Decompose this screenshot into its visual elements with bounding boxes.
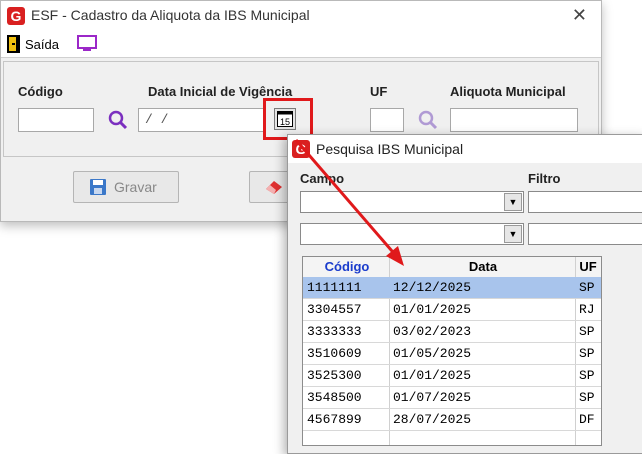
save-button-label: Gravar [114,179,157,195]
cell-codigo: 1111111 [307,280,362,295]
floppy-disk-icon [90,179,106,195]
cell-codigo: 3510609 [307,346,362,361]
cell-uf: SP [579,346,595,361]
codigo-label: Código [18,84,63,99]
filtro-input-1[interactable] [528,191,642,213]
aliquota-label: Aliquota Municipal [450,84,566,99]
column-header-data[interactable]: Data [391,259,575,274]
table-row[interactable]: 3510609 01/05/2025 SP [303,343,601,365]
cell-codigo: 3548500 [307,390,362,405]
table-row[interactable]: 3333333 03/02/2023 SP [303,321,601,343]
campo-select-1[interactable]: ▼ [300,191,524,213]
exit-door-icon[interactable] [7,35,20,53]
table-row[interactable]: 3548500 01/07/2025 SP [303,387,601,409]
main-window-title: ESF - Cadastro da Aliquota da IBS Munici… [31,7,310,23]
campo-select-2[interactable]: ▼ [300,223,524,245]
cell-codigo: 3525300 [307,368,362,383]
aliquota-input[interactable] [450,108,578,132]
close-icon[interactable]: ✕ [572,5,587,26]
table-row[interactable]: 4567899 28/07/2025 DF [303,409,601,431]
cell-data: 28/07/2025 [393,412,472,427]
cell-codigo: 4567899 [307,412,362,427]
main-toolbar: Saída [1,31,601,58]
uf-label: UF [370,84,388,99]
app-logo-icon: G [292,140,310,158]
exit-button[interactable]: Saída [25,37,59,52]
codigo-search-icon[interactable] [108,110,128,130]
campo-label: Campo [300,171,345,186]
cell-data: 01/01/2025 [393,368,472,383]
cell-data: 01/05/2025 [393,346,472,361]
table-row[interactable]: 1111111 12/12/2025 SP [303,277,601,299]
filtro-label: Filtro [528,171,561,186]
cell-uf: SP [579,390,595,405]
cell-codigo: 3304557 [307,302,362,317]
uf-input[interactable] [370,108,404,132]
save-button[interactable]: Gravar [73,171,179,203]
cell-codigo: 3333333 [307,324,362,339]
chevron-down-icon[interactable]: ▼ [504,193,522,211]
cell-uf: DF [579,412,595,427]
data-inicial-label: Data Inicial de Vigência [148,84,293,99]
cell-data: 01/07/2025 [393,390,472,405]
search-titlebar: G Pesquisa IBS Municipal [288,135,642,163]
table-row[interactable]: 3304557 01/01/2025 RJ [303,299,601,321]
cell-uf: SP [579,280,595,295]
table-row[interactable]: 3525300 01/01/2025 SP [303,365,601,387]
main-titlebar: G ESF - Cadastro da Aliquota da IBS Muni… [1,1,601,31]
cell-uf: SP [579,324,595,339]
monitor-icon[interactable] [77,35,97,53]
cell-data: 01/01/2025 [393,302,472,317]
cell-data: 03/02/2023 [393,324,472,339]
cell-uf: SP [579,368,595,383]
codigo-input[interactable] [18,108,94,132]
column-header-codigo[interactable]: Código [307,259,387,274]
grid-header-row: Código Data UF [303,257,601,278]
chevron-down-icon[interactable]: ▼ [504,225,522,243]
results-grid[interactable]: Código Data UF 1111111 12/12/2025 SP 330… [302,256,602,446]
column-header-uf[interactable]: UF [575,259,601,274]
cell-data: 12/12/2025 [393,280,472,295]
app-logo-icon: G [7,7,25,25]
filtro-input-2[interactable] [528,223,642,245]
search-window-title: Pesquisa IBS Municipal [316,141,464,157]
eraser-icon [266,181,282,194]
svg-text:G: G [296,141,307,157]
svg-text:G: G [11,8,22,24]
uf-search-icon[interactable] [418,110,438,130]
cell-uf: RJ [579,302,595,317]
search-window: G Pesquisa IBS Municipal Campo Filtro ▼ … [287,134,642,454]
data-inicial-input[interactable]: / / [138,108,266,132]
